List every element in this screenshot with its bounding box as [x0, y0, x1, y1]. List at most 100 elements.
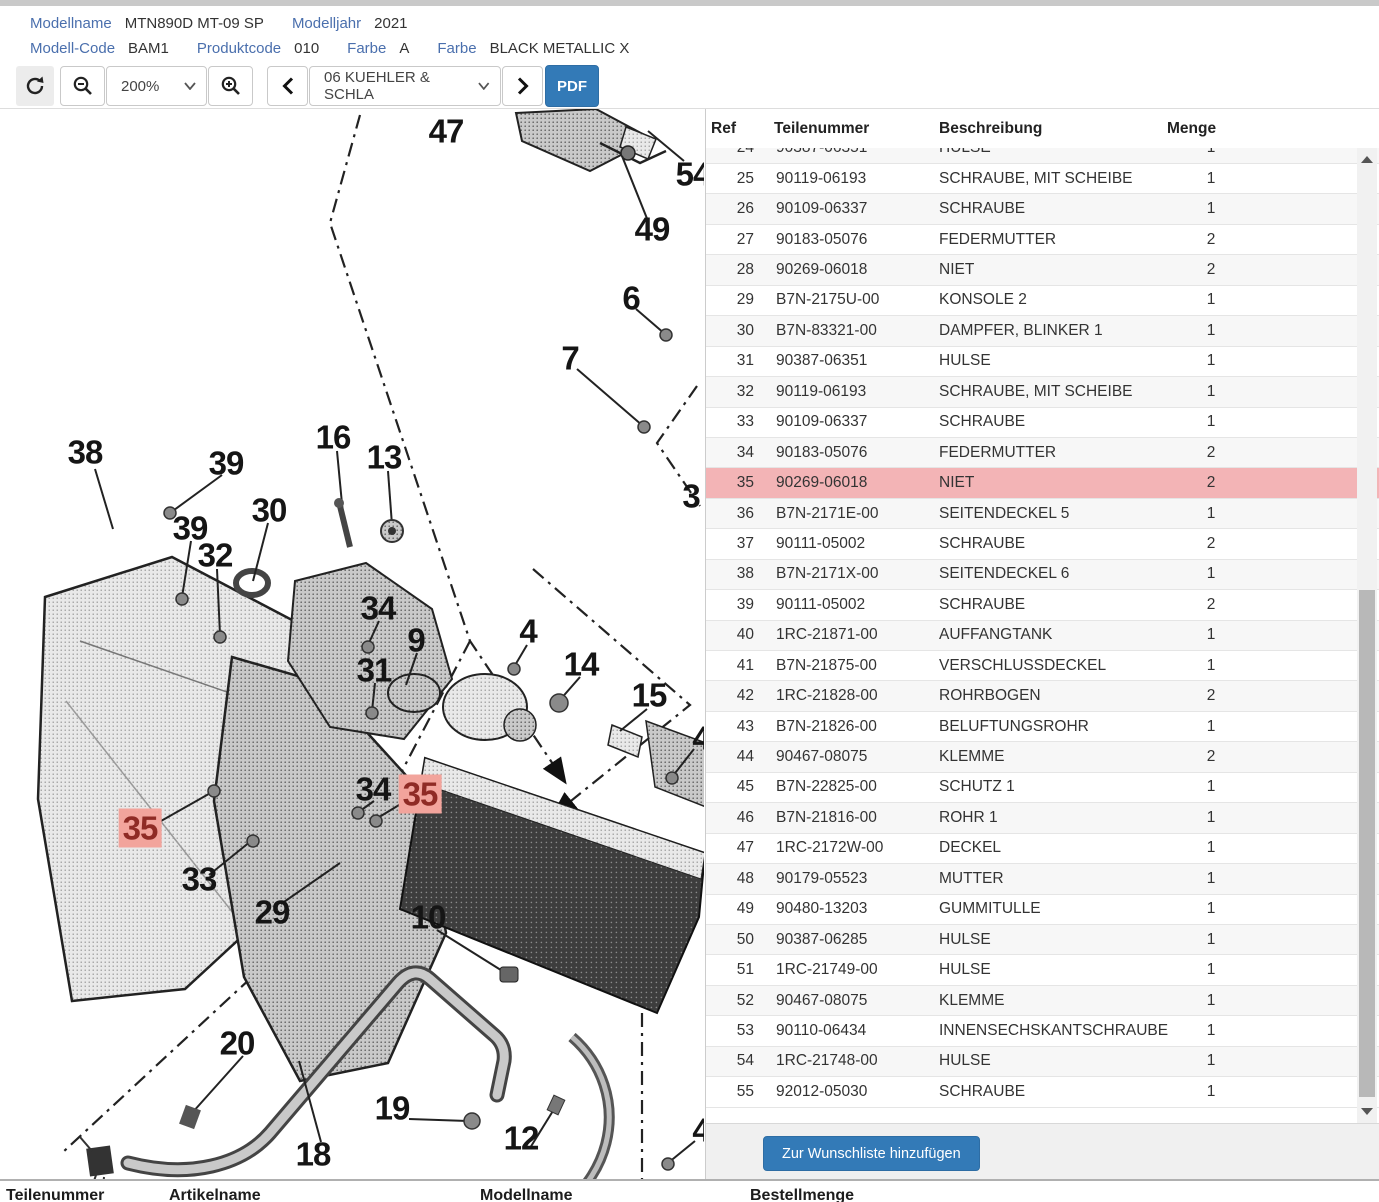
diagram-callout[interactable]: 30	[252, 494, 287, 527]
parts-table-row[interactable]: 4890179-05523MUTTER1	[706, 864, 1379, 894]
part-qty: 1	[1161, 291, 1261, 309]
refresh-button[interactable]	[16, 66, 54, 106]
diagram-callout[interactable]: 4	[692, 1114, 704, 1147]
meta-item: Modelljahr2021	[292, 15, 408, 32]
parts-table-row[interactable]: 3190387-06351HULSE1	[706, 347, 1379, 377]
diagram-callout[interactable]: 49	[635, 213, 670, 246]
parts-table-row[interactable]: 3490183-05076FEDERMUTTER2	[706, 438, 1379, 468]
scrollbar-thumb[interactable]	[1359, 590, 1375, 1097]
diagram-callout[interactable]: 3	[682, 480, 699, 513]
part-number: 90467-08075	[766, 748, 931, 766]
diagram-callout[interactable]: 16	[316, 421, 351, 454]
diagram-callout[interactable]: 18	[296, 1138, 331, 1171]
part-ref: 40	[706, 626, 766, 644]
parts-table-row[interactable]: 4490467-08075KLEMME2	[706, 742, 1379, 772]
parts-table-row[interactable]: 2890269-06018NIET2	[706, 255, 1379, 285]
diagram-callout[interactable]: 10	[411, 901, 446, 934]
diagram-callout[interactable]: 47	[429, 115, 464, 148]
parts-table-row-partial[interactable]: 2490387-06351HULSE1	[706, 148, 1379, 164]
part-number: 90109-06337	[766, 200, 931, 218]
parts-table-row[interactable]: 511RC-21749-00HULSE1	[706, 955, 1379, 985]
part-qty: 1	[1161, 992, 1261, 1010]
meta-item: FarbeBLACK METALLIC X	[437, 40, 629, 57]
part-description: SCHRAUBE	[931, 1083, 1161, 1101]
part-ref: 49	[706, 900, 766, 918]
parts-table-row[interactable]: 45B7N-22825-00SCHUTZ 11	[706, 773, 1379, 803]
parts-table-row[interactable]: 401RC-21871-00AUFFANGTANK1	[706, 621, 1379, 651]
scrollbar-up-arrow-icon[interactable]	[1361, 156, 1373, 163]
diagram-callout[interactable]: 14	[564, 648, 599, 681]
parts-table-row[interactable]: 4990480-13203GUMMITULLE1	[706, 895, 1379, 925]
parts-table-row[interactable]: 541RC-21748-00HULSE1	[706, 1047, 1379, 1077]
parts-table-row[interactable]: 3990111-05002SCHRAUBE2	[706, 590, 1379, 620]
diagram-callout[interactable]: 33	[182, 863, 217, 896]
scrollbar-down-arrow-icon[interactable]	[1361, 1108, 1373, 1115]
parts-table-row[interactable]: 471RC-2172W-00DECKEL1	[706, 834, 1379, 864]
diagram-callout[interactable]: 6	[622, 282, 639, 315]
parts-table-row[interactable]: 3390109-06337SCHRAUBE1	[706, 408, 1379, 438]
prev-diagram-button[interactable]	[267, 66, 308, 106]
parts-table-row[interactable]: 41B7N-21875-00VERSCHLUSSDECKEL1	[706, 651, 1379, 681]
zoom-level-select[interactable]: 200%	[106, 66, 207, 106]
parts-table-row[interactable]: 2790183-05076FEDERMUTTER2	[706, 225, 1379, 255]
part-ref: 26	[706, 200, 766, 218]
diagram-callout[interactable]: 39	[209, 447, 244, 480]
diagram-callout[interactable]: 20	[220, 1027, 255, 1060]
parts-table-row[interactable]: 5592012-05030SCHRAUBE1	[706, 1077, 1379, 1107]
zoom-in-button[interactable]	[208, 66, 253, 106]
zoom-out-button[interactable]	[60, 66, 105, 106]
diagram-callout[interactable]: 7	[561, 342, 578, 375]
pdf-button[interactable]: PDF	[545, 65, 599, 107]
parts-table-row[interactable]: 421RC-21828-00ROHRBOGEN2	[706, 681, 1379, 711]
diagram-callout[interactable]: 32	[198, 539, 233, 572]
parts-table-row[interactable]: 3590269-06018NIET2	[706, 468, 1379, 498]
parts-table-row[interactable]: 46B7N-21816-00ROHR 11	[706, 803, 1379, 833]
parts-table-row[interactable]: 3290119-06193SCHRAUBE, MIT SCHEIBE1	[706, 377, 1379, 407]
part-qty: 1	[1161, 170, 1261, 188]
diagram-callout[interactable]: 54	[676, 158, 704, 191]
diagram-callout[interactable]: 34	[356, 773, 391, 806]
part-qty: 1	[1161, 626, 1261, 644]
part-ref: 31	[706, 352, 766, 370]
parts-table-row[interactable]: 43B7N-21826-00BELUFTUNGSROHR1	[706, 712, 1379, 742]
add-to-wishlist-button[interactable]: Zur Wunschliste hinzufügen	[763, 1136, 980, 1171]
part-qty: 2	[1161, 748, 1261, 766]
diagram-select[interactable]: 06 KUEHLER & SCHLA	[309, 66, 501, 106]
diagram-callout[interactable]: 19	[375, 1092, 410, 1125]
diagram-callout[interactable]: 13	[367, 441, 402, 474]
parts-table-scroll-area[interactable]: 2490387-06351HULSE1 2590119-06193SCHRAUB…	[706, 148, 1379, 1124]
parts-table-row[interactable]: 3790111-05002SCHRAUBE2	[706, 529, 1379, 559]
diagram-callout[interactable]: 38	[68, 436, 103, 469]
part-qty: 2	[1161, 231, 1261, 249]
parts-table-row[interactable]: 5290467-08075KLEMME1	[706, 986, 1379, 1016]
parts-table-row[interactable]: 2690109-06337SCHRAUBE1	[706, 194, 1379, 224]
parts-table-row[interactable]: 2590119-06193SCHRAUBE, MIT SCHEIBE1	[706, 164, 1379, 194]
diagram-callout[interactable]: 34	[361, 592, 396, 625]
diagram-callout[interactable]: 31	[357, 654, 392, 687]
diagram-callout-highlighted[interactable]: 35	[399, 775, 442, 814]
parts-table-row[interactable]: 29B7N-2175U-00KONSOLE 21	[706, 286, 1379, 316]
parts-table-row[interactable]: 36B7N-2171E-00SEITENDECKEL 51	[706, 499, 1379, 529]
diagram-callout[interactable]: 15	[632, 679, 667, 712]
diagram-callout-highlighted[interactable]: 35	[119, 809, 162, 848]
diagram-callout[interactable]: 4	[692, 722, 704, 755]
parts-diagram[interactable]: 4754496733816133930393234491431154343535…	[0, 109, 704, 1179]
diagram-callout[interactable]: 12	[504, 1122, 539, 1155]
next-diagram-button[interactable]	[502, 66, 543, 106]
zoom-level-value: 200%	[121, 78, 159, 95]
parts-table-row[interactable]: 5390110-06434INNENSECHSKANTSCHRAUBE1	[706, 1016, 1379, 1046]
part-number: 90109-06337	[766, 413, 931, 431]
meta-item: Produktcode010	[197, 40, 319, 57]
table-scrollbar[interactable]	[1357, 148, 1377, 1123]
diagram-callout[interactable]: 9	[407, 624, 424, 657]
part-number: B7N-22825-00	[766, 778, 931, 796]
parts-table-row[interactable]: 5090387-06285HULSE1	[706, 925, 1379, 955]
diagram-callout[interactable]: 29	[255, 896, 290, 929]
part-ref: 25	[706, 170, 766, 188]
part-description: GUMMITULLE	[931, 900, 1161, 918]
part-qty: 2	[1161, 261, 1261, 279]
parts-table-row[interactable]: 2490387-06351HULSE1	[706, 148, 1379, 164]
parts-table-row[interactable]: 30B7N-83321-00DAMPFER, BLINKER 11	[706, 316, 1379, 346]
diagram-callout[interactable]: 4	[519, 615, 536, 648]
parts-table-row[interactable]: 38B7N-2171X-00SEITENDECKEL 61	[706, 560, 1379, 590]
